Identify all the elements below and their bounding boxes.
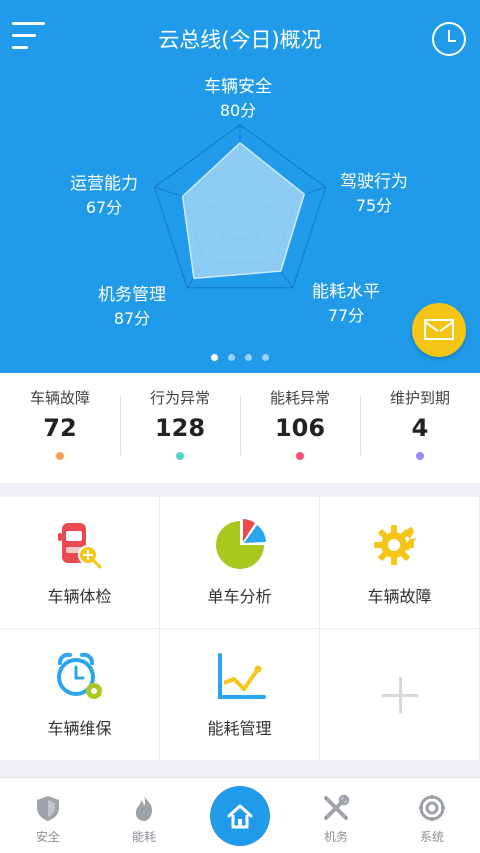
tools-icon	[324, 794, 350, 820]
plus-icon	[381, 676, 418, 713]
grid-item-add[interactable]	[320, 629, 480, 761]
home-button[interactable]	[210, 786, 270, 846]
alarm-clock-icon	[56, 652, 102, 699]
status-dot	[296, 452, 304, 460]
page-dot[interactable]	[211, 354, 218, 361]
stat-maintenance-due[interactable]: 维护到期 4	[360, 373, 480, 483]
radar-label-safety: 车辆安全 80分	[204, 77, 272, 120]
radar-label-operation: 运营能力 67分	[70, 174, 138, 217]
stats-bar: 车辆故障 72 行为异常 128 能耗异常 106 维护到期 4	[0, 373, 480, 483]
feature-grid: 车辆体检 单车分析 车辆故障 车辆维保 能耗管理	[0, 497, 480, 761]
page-dot[interactable]	[262, 354, 269, 361]
settings-icon	[419, 795, 445, 821]
home-icon	[227, 804, 253, 829]
stat-vehicle-fault[interactable]: 车辆故障 72	[0, 373, 120, 483]
tab-system[interactable]: 系统	[384, 778, 480, 853]
status-dot	[416, 452, 424, 460]
grid-item-vehicle-maintenance[interactable]: 车辆维保	[0, 629, 160, 761]
mail-button[interactable]	[412, 303, 466, 357]
radar-label-maintenance: 机务管理 87分	[98, 285, 166, 328]
grid-item-single-vehicle-analysis[interactable]: 单车分析	[160, 497, 320, 629]
gear-wrench-icon	[373, 525, 418, 565]
tab-bar: 安全 能耗 机务 系统	[0, 777, 480, 853]
grid-item-vehicle-fault[interactable]: 车辆故障	[320, 497, 480, 629]
radar-label-driving: 驾驶行为 75分	[340, 172, 408, 215]
status-dot	[176, 452, 184, 460]
header-panel: 云总线(今日)概况 车辆安全 80分 驾驶行为 75分 能耗水平 77分 机务管…	[0, 0, 480, 373]
radar-label-energy: 能耗水平 77分	[312, 282, 380, 325]
grid-item-vehicle-checkup[interactable]: 车辆体检	[0, 497, 160, 629]
stat-energy-anomaly[interactable]: 能耗异常 106	[240, 373, 360, 483]
tab-maintenance[interactable]: 机务	[288, 778, 384, 853]
tab-safety[interactable]: 安全	[0, 778, 96, 853]
page-dot[interactable]	[228, 354, 235, 361]
pie-chart-icon	[215, 519, 266, 569]
page-dot[interactable]	[245, 354, 252, 361]
tab-energy[interactable]: 能耗	[96, 778, 192, 853]
car-checkup-icon	[57, 523, 101, 569]
radar-area	[181, 142, 306, 280]
page-indicator[interactable]	[0, 346, 480, 365]
status-dot	[56, 452, 64, 460]
shield-icon	[37, 796, 59, 821]
flame-icon	[135, 796, 153, 821]
mail-icon	[424, 319, 454, 340]
stat-behavior-anomaly[interactable]: 行为异常 128	[120, 373, 240, 483]
tab-home[interactable]	[192, 778, 288, 853]
line-chart-icon	[217, 653, 266, 699]
grid-item-energy-management[interactable]: 能耗管理	[160, 629, 320, 761]
